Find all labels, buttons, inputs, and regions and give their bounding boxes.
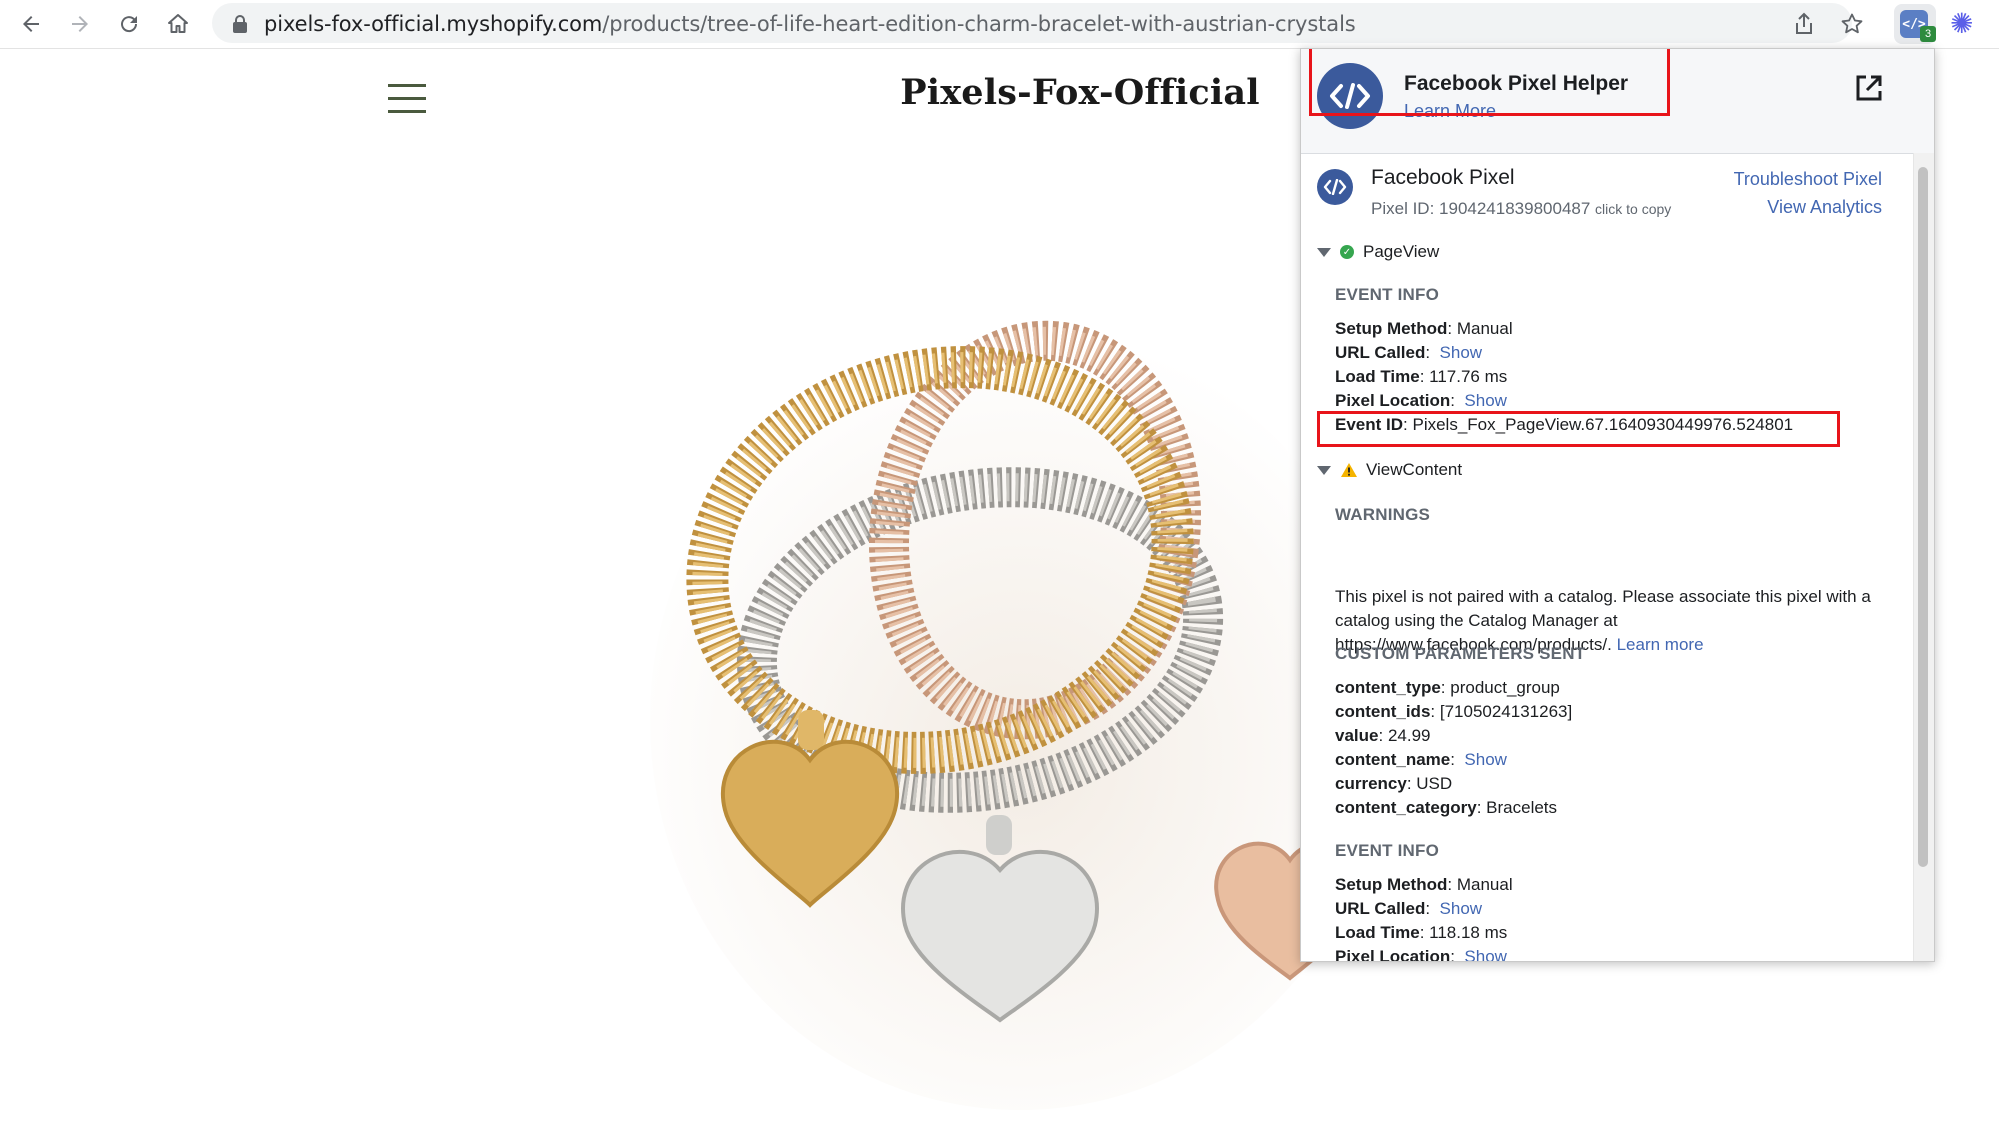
- param-row: content_ids: [7105024131263]: [1335, 702, 1573, 721]
- url-called-row: URL Called: Show: [1335, 899, 1483, 918]
- bookmark-button[interactable]: [1834, 6, 1870, 42]
- row-key: Pixel Location: [1335, 947, 1451, 962]
- show-link[interactable]: Show: [1464, 947, 1507, 961]
- warning-icon: [1341, 463, 1357, 477]
- pixel-helper-extension-button[interactable]: </> 3: [1894, 4, 1936, 44]
- pixel-location-row: Pixel Location: Show: [1335, 947, 1507, 962]
- click-to-copy[interactable]: click to copy: [1595, 201, 1671, 217]
- param-key: value: [1335, 726, 1379, 745]
- pixel-id-label: Pixel ID:: [1371, 199, 1435, 218]
- snowflake-extension-icon[interactable]: ✺: [1950, 8, 1973, 40]
- store-title[interactable]: Pixels-Fox-Official: [880, 72, 1280, 113]
- row-value: Manual: [1456, 875, 1513, 894]
- home-icon: [168, 14, 188, 33]
- caret-down-icon: [1317, 465, 1331, 475]
- show-link[interactable]: Show: [1440, 899, 1483, 918]
- param-key: currency: [1335, 774, 1407, 793]
- url-text[interactable]: pixels-fox-official.myshopify.com/produc…: [264, 12, 1356, 36]
- back-button[interactable]: [13, 6, 49, 42]
- lock-icon: [233, 15, 247, 33]
- row-key: URL Called: [1335, 899, 1426, 918]
- facebook-pixel-icon: [1317, 169, 1353, 205]
- row-value: 118.18 ms: [1429, 923, 1508, 942]
- param-key: content_type: [1335, 678, 1441, 697]
- show-link[interactable]: Show: [1464, 391, 1507, 410]
- row-key: Load Time: [1335, 367, 1420, 386]
- product-image: [650, 320, 1390, 1110]
- pixel-id-value: 1904241839800487: [1439, 199, 1591, 218]
- url-path: /products/tree-of-life-heart-edition-cha…: [602, 12, 1356, 36]
- pixel-id-row[interactable]: Pixel ID: 1904241839800487 click to copy: [1371, 199, 1671, 219]
- show-link[interactable]: Show: [1464, 750, 1507, 769]
- highlight-box-header: [1309, 49, 1670, 116]
- event-pageview-toggle[interactable]: ✓ PageView: [1317, 242, 1439, 262]
- extension-badge: 3: [1920, 26, 1936, 42]
- home-button[interactable]: [160, 6, 196, 42]
- row-key: URL Called: [1335, 343, 1426, 362]
- setup-method-row: Setup Method: Manual: [1335, 319, 1513, 338]
- pixel-helper-popup: Facebook Pixel Helper Learn More Faceboo…: [1300, 48, 1935, 962]
- param-row: currency: USD: [1335, 774, 1453, 793]
- share-icon: [1796, 12, 1812, 34]
- view-analytics-link[interactable]: View Analytics: [1767, 197, 1882, 218]
- param-row: content_type: product_group: [1335, 678, 1560, 697]
- show-link[interactable]: Show: [1440, 343, 1483, 362]
- param-row: value: 24.99: [1335, 726, 1431, 745]
- setup-method-row: Setup Method: Manual: [1335, 875, 1513, 894]
- pixel-location-row: Pixel Location: Show: [1335, 391, 1507, 410]
- param-row: content_name: Show: [1335, 750, 1507, 769]
- param-key: content_category: [1335, 798, 1477, 817]
- custom-params-heading: CUSTOM PARAMETERS SENT: [1335, 644, 1586, 663]
- reload-button[interactable]: [111, 6, 147, 42]
- pixel-title: Facebook Pixel: [1371, 166, 1515, 189]
- param-value: 24.99: [1387, 726, 1431, 745]
- event-info-heading: EVENT INFO: [1335, 285, 1440, 304]
- event-info-heading: EVENT INFO: [1335, 841, 1440, 860]
- param-value: product_group: [1450, 678, 1560, 697]
- forward-arrow-icon: [72, 16, 88, 32]
- url-called-row: URL Called: Show: [1335, 343, 1483, 362]
- load-time-row: Load Time: 118.18 ms: [1335, 923, 1508, 942]
- url-host: pixels-fox-official.myshopify.com: [264, 12, 603, 36]
- param-value: [7105024131263]: [1439, 702, 1573, 721]
- row-key: Setup Method: [1335, 875, 1448, 894]
- browser-toolbar: pixels-fox-official.myshopify.com/produc…: [0, 0, 1999, 49]
- open-external-icon[interactable]: [1854, 73, 1884, 103]
- highlight-box-event-id: [1317, 411, 1840, 447]
- param-row: content_category: Bracelets: [1335, 798, 1558, 817]
- param-key: content_name: [1335, 750, 1451, 769]
- event-name: PageView: [1363, 242, 1440, 261]
- param-value: Bracelets: [1486, 798, 1558, 817]
- event-viewcontent-toggle[interactable]: ViewContent: [1317, 460, 1462, 480]
- checkmark-icon: ✓: [1340, 245, 1354, 259]
- scrollbar-thumb[interactable]: [1918, 167, 1928, 867]
- back-arrow-icon: [23, 16, 39, 32]
- hamburger-menu-icon[interactable]: [388, 84, 426, 114]
- row-value: 117.76 ms: [1429, 367, 1508, 386]
- caret-down-icon: [1317, 247, 1331, 257]
- star-icon: [1841, 13, 1863, 34]
- row-value: Manual: [1456, 319, 1513, 338]
- row-key: Load Time: [1335, 923, 1420, 942]
- learn-more-warning-link[interactable]: Learn more: [1617, 635, 1704, 654]
- troubleshoot-pixel-link[interactable]: Troubleshoot Pixel: [1734, 169, 1882, 190]
- forward-button[interactable]: [62, 6, 98, 42]
- load-time-row: Load Time: 117.76 ms: [1335, 367, 1508, 386]
- event-name: ViewContent: [1366, 460, 1463, 479]
- row-key: Pixel Location: [1335, 391, 1451, 410]
- share-button[interactable]: [1786, 6, 1822, 42]
- param-key: content_ids: [1335, 702, 1431, 721]
- row-key: Setup Method: [1335, 319, 1448, 338]
- address-bar[interactable]: pixels-fox-official.myshopify.com/produc…: [212, 3, 1852, 43]
- warnings-heading: WARNINGS: [1335, 505, 1431, 524]
- reload-icon: [121, 16, 138, 33]
- param-value: USD: [1416, 774, 1453, 793]
